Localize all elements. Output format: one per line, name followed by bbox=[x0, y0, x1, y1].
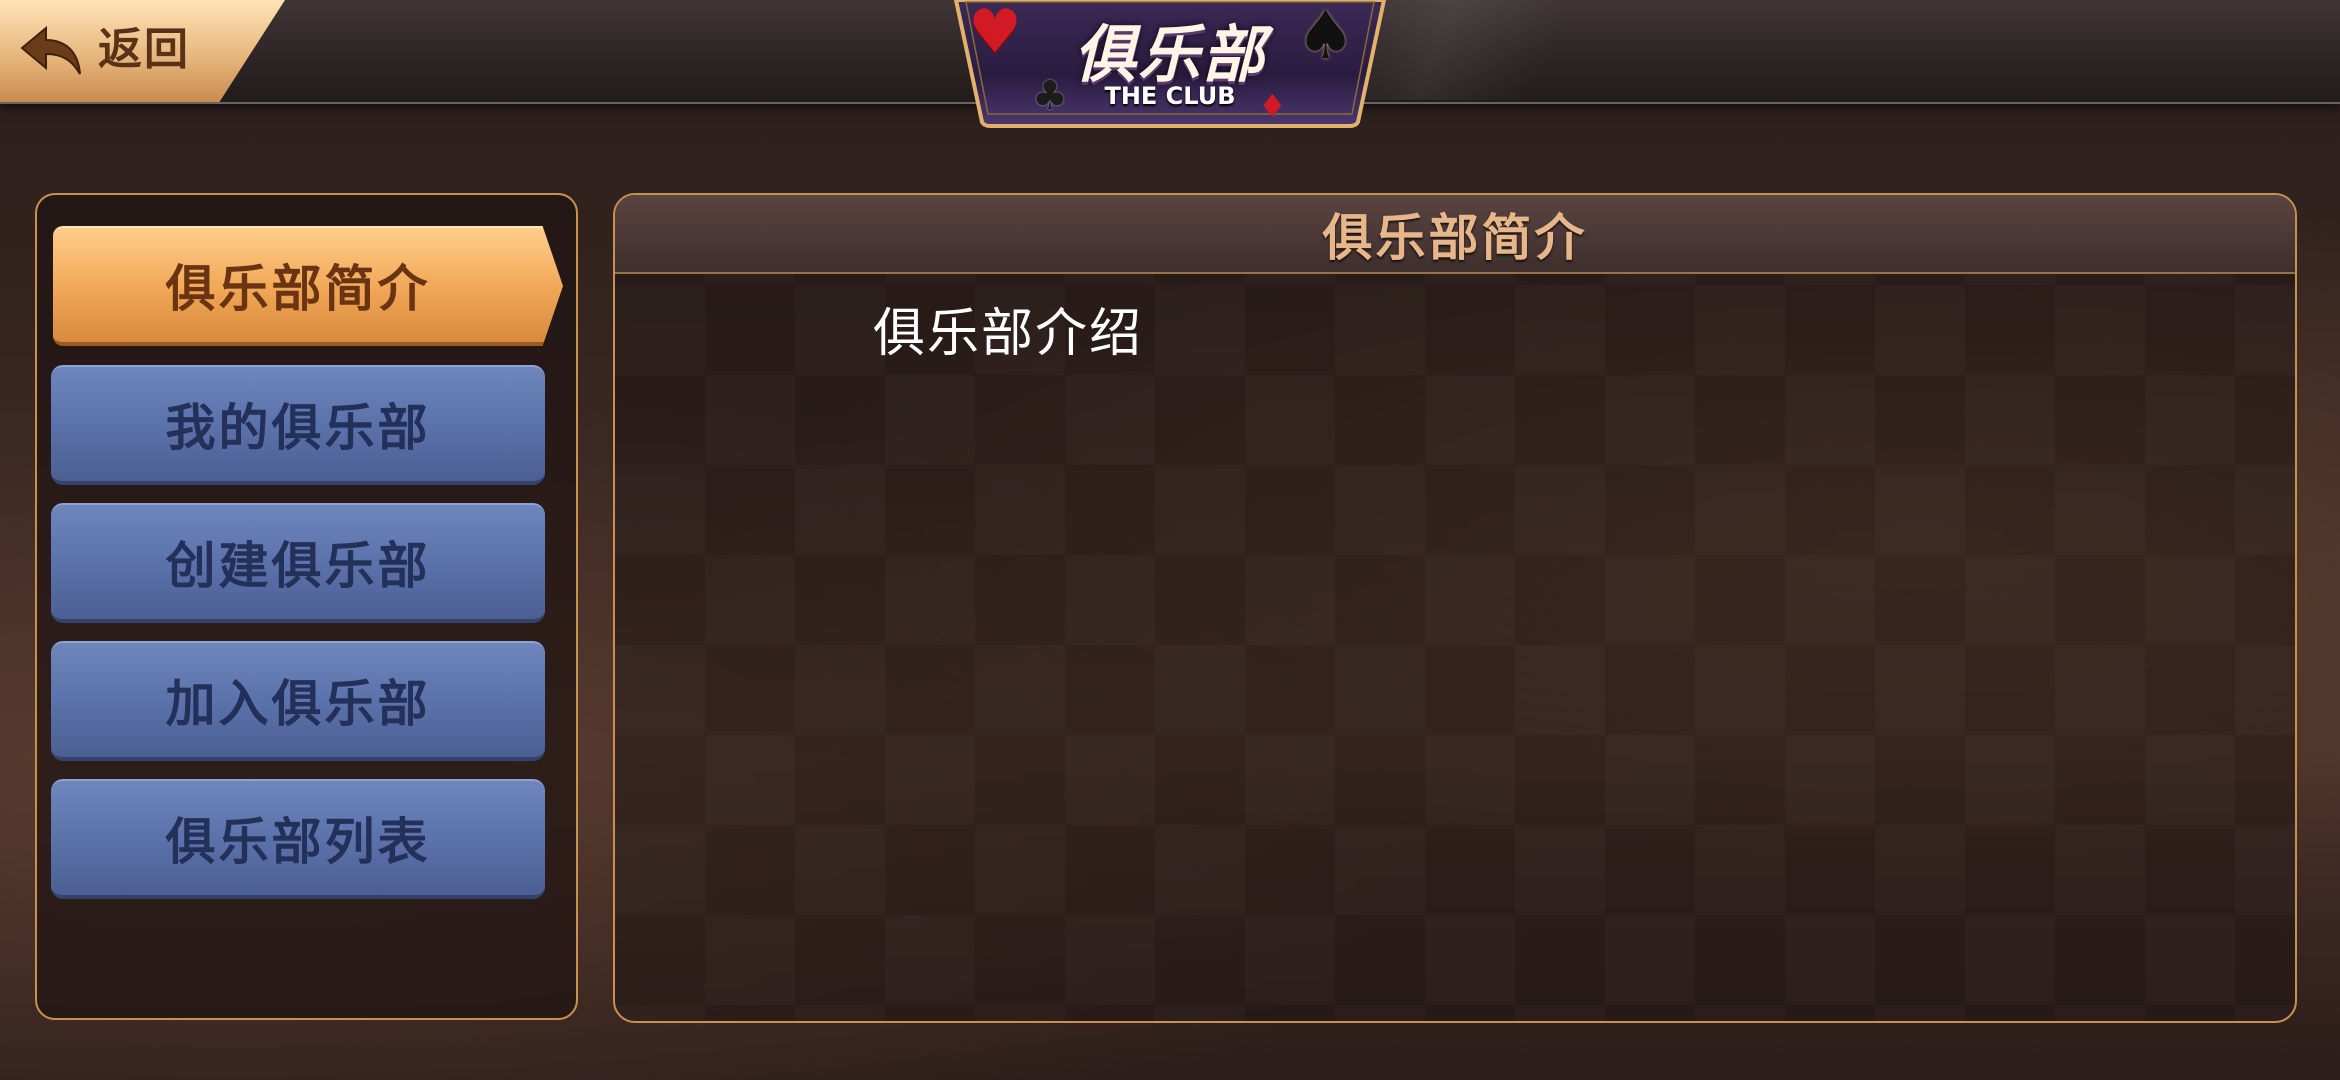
sidebar-item-club-intro[interactable]: 俱乐部简介 bbox=[53, 226, 563, 346]
sidebar-item-my-club[interactable]: 我的俱乐部 bbox=[51, 365, 545, 485]
sidebar-item-label: 俱乐部列表 bbox=[165, 813, 431, 871]
club-title-badge: ♥ ♠ ♣ ♦ 俱乐部 THE CLUB bbox=[952, 0, 1388, 128]
sidebar-item-create-club[interactable]: 创建俱乐部 bbox=[51, 503, 545, 623]
content-panel-title: 俱乐部简介 bbox=[1322, 208, 1588, 267]
content-panel: 俱乐部简介 俱乐部介绍 bbox=[613, 193, 2297, 1023]
sidebar-item-club-list[interactable]: 俱乐部列表 bbox=[51, 779, 545, 899]
back-label: 返回 bbox=[98, 24, 190, 75]
page-subtitle: THE CLUB bbox=[1104, 82, 1236, 110]
sidebar-item-label: 创建俱乐部 bbox=[165, 537, 431, 595]
back-arrow-icon bbox=[20, 25, 81, 75]
content-panel-header: 俱乐部简介 bbox=[615, 195, 2295, 274]
sidebar-item-label: 俱乐部简介 bbox=[165, 260, 431, 318]
sidebar-item-label: 加入俱乐部 bbox=[165, 675, 431, 733]
page-title: 俱乐部 bbox=[1073, 18, 1266, 91]
sidebar-item-join-club[interactable]: 加入俱乐部 bbox=[51, 641, 545, 761]
sidebar-item-label: 我的俱乐部 bbox=[165, 399, 431, 457]
sidebar-menu: 俱乐部简介 我的俱乐部 创建俱乐部 加入俱乐部 俱乐部列表 bbox=[35, 193, 578, 1020]
club-intro-text: 俱乐部介绍 bbox=[873, 304, 1144, 364]
